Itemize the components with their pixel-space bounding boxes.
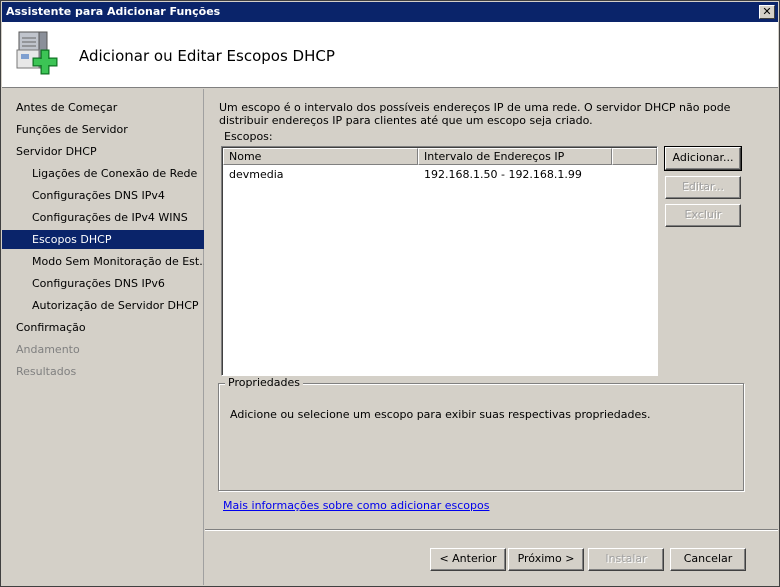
install-button[interactable]: Instalar xyxy=(588,548,664,571)
nav-item-ligacoes-de-conexao[interactable]: Ligações de Conexão de Rede xyxy=(2,164,204,183)
wizard-nav: Antes de Começar Funções de Servidor Ser… xyxy=(2,89,204,585)
nav-item-antes-de-comecar[interactable]: Antes de Começar xyxy=(2,98,204,117)
nav-item-dns-ipv6[interactable]: Configurações DNS IPv6 xyxy=(2,274,204,293)
nav-item-confirmacao[interactable]: Confirmação xyxy=(2,318,204,337)
scopes-label: Escopos: xyxy=(224,130,273,143)
edit-button[interactable]: Editar... xyxy=(665,176,741,199)
footer-divider xyxy=(205,529,778,531)
nav-item-autorizacao[interactable]: Autorização de Servidor DHCP xyxy=(2,296,204,315)
nav-item-resultados: Resultados xyxy=(16,365,77,378)
properties-text: Adicione ou selecione um escopo para exi… xyxy=(230,408,651,421)
nav-item-ipv4-wins[interactable]: Configurações de IPv4 WINS xyxy=(2,208,204,227)
nav-item-andamento: Andamento xyxy=(16,343,80,356)
column-header-empty[interactable] xyxy=(612,148,657,165)
close-button[interactable]: ✕ xyxy=(759,5,775,19)
nav-item-escopos-dhcp[interactable]: Escopos DHCP xyxy=(2,230,204,249)
list-header: Nome Intervalo de Endereços IP xyxy=(223,148,657,165)
title-bar[interactable]: Assistente para Adicionar Funções ✕ xyxy=(2,2,778,22)
nav-item-servidor-dhcp[interactable]: Servidor DHCP xyxy=(2,142,204,161)
properties-legend: Propriedades xyxy=(225,376,303,389)
wizard-window: Assistente para Adicionar Funções ✕ Adic… xyxy=(0,0,780,587)
window-title: Assistente para Adicionar Funções xyxy=(6,5,221,18)
scope-range-cell: 192.168.1.50 - 192.168.1.99 xyxy=(424,168,582,181)
delete-button[interactable]: Excluir xyxy=(665,204,741,227)
nav-item-modo-sem-monitoracao[interactable]: Modo Sem Monitoração de Est... xyxy=(2,252,204,271)
add-button[interactable]: Adicionar... xyxy=(664,146,742,171)
cancel-button[interactable]: Cancelar xyxy=(670,548,746,571)
server-add-icon xyxy=(16,31,58,75)
back-button[interactable]: < Anterior xyxy=(430,548,506,571)
properties-group: Propriedades Adicione ou selecione um es… xyxy=(218,376,744,491)
more-info-link[interactable]: Mais informações sobre como adicionar es… xyxy=(223,499,489,512)
scope-name-cell: devmedia xyxy=(229,168,284,181)
nav-item-funcoes-de-servidor[interactable]: Funções de Servidor xyxy=(2,120,204,139)
page-title: Adicionar ou Editar Escopos DHCP xyxy=(79,47,335,65)
wizard-content: Um escopo é o intervalo dos possíveis en… xyxy=(205,89,778,529)
scope-description: Um escopo é o intervalo dos possíveis en… xyxy=(219,101,731,127)
wizard-header: Adicionar ou Editar Escopos DHCP xyxy=(2,22,778,88)
column-header-intervalo[interactable]: Intervalo de Endereços IP xyxy=(418,148,612,165)
column-header-nome[interactable]: Nome xyxy=(223,148,418,165)
table-row[interactable]: devmedia 192.168.1.50 - 192.168.1.99 xyxy=(223,167,657,183)
nav-item-dns-ipv4[interactable]: Configurações DNS IPv4 xyxy=(2,186,204,205)
scopes-list[interactable]: Nome Intervalo de Endereços IP devmedia … xyxy=(221,146,658,376)
next-button[interactable]: Próximo > xyxy=(508,548,584,571)
